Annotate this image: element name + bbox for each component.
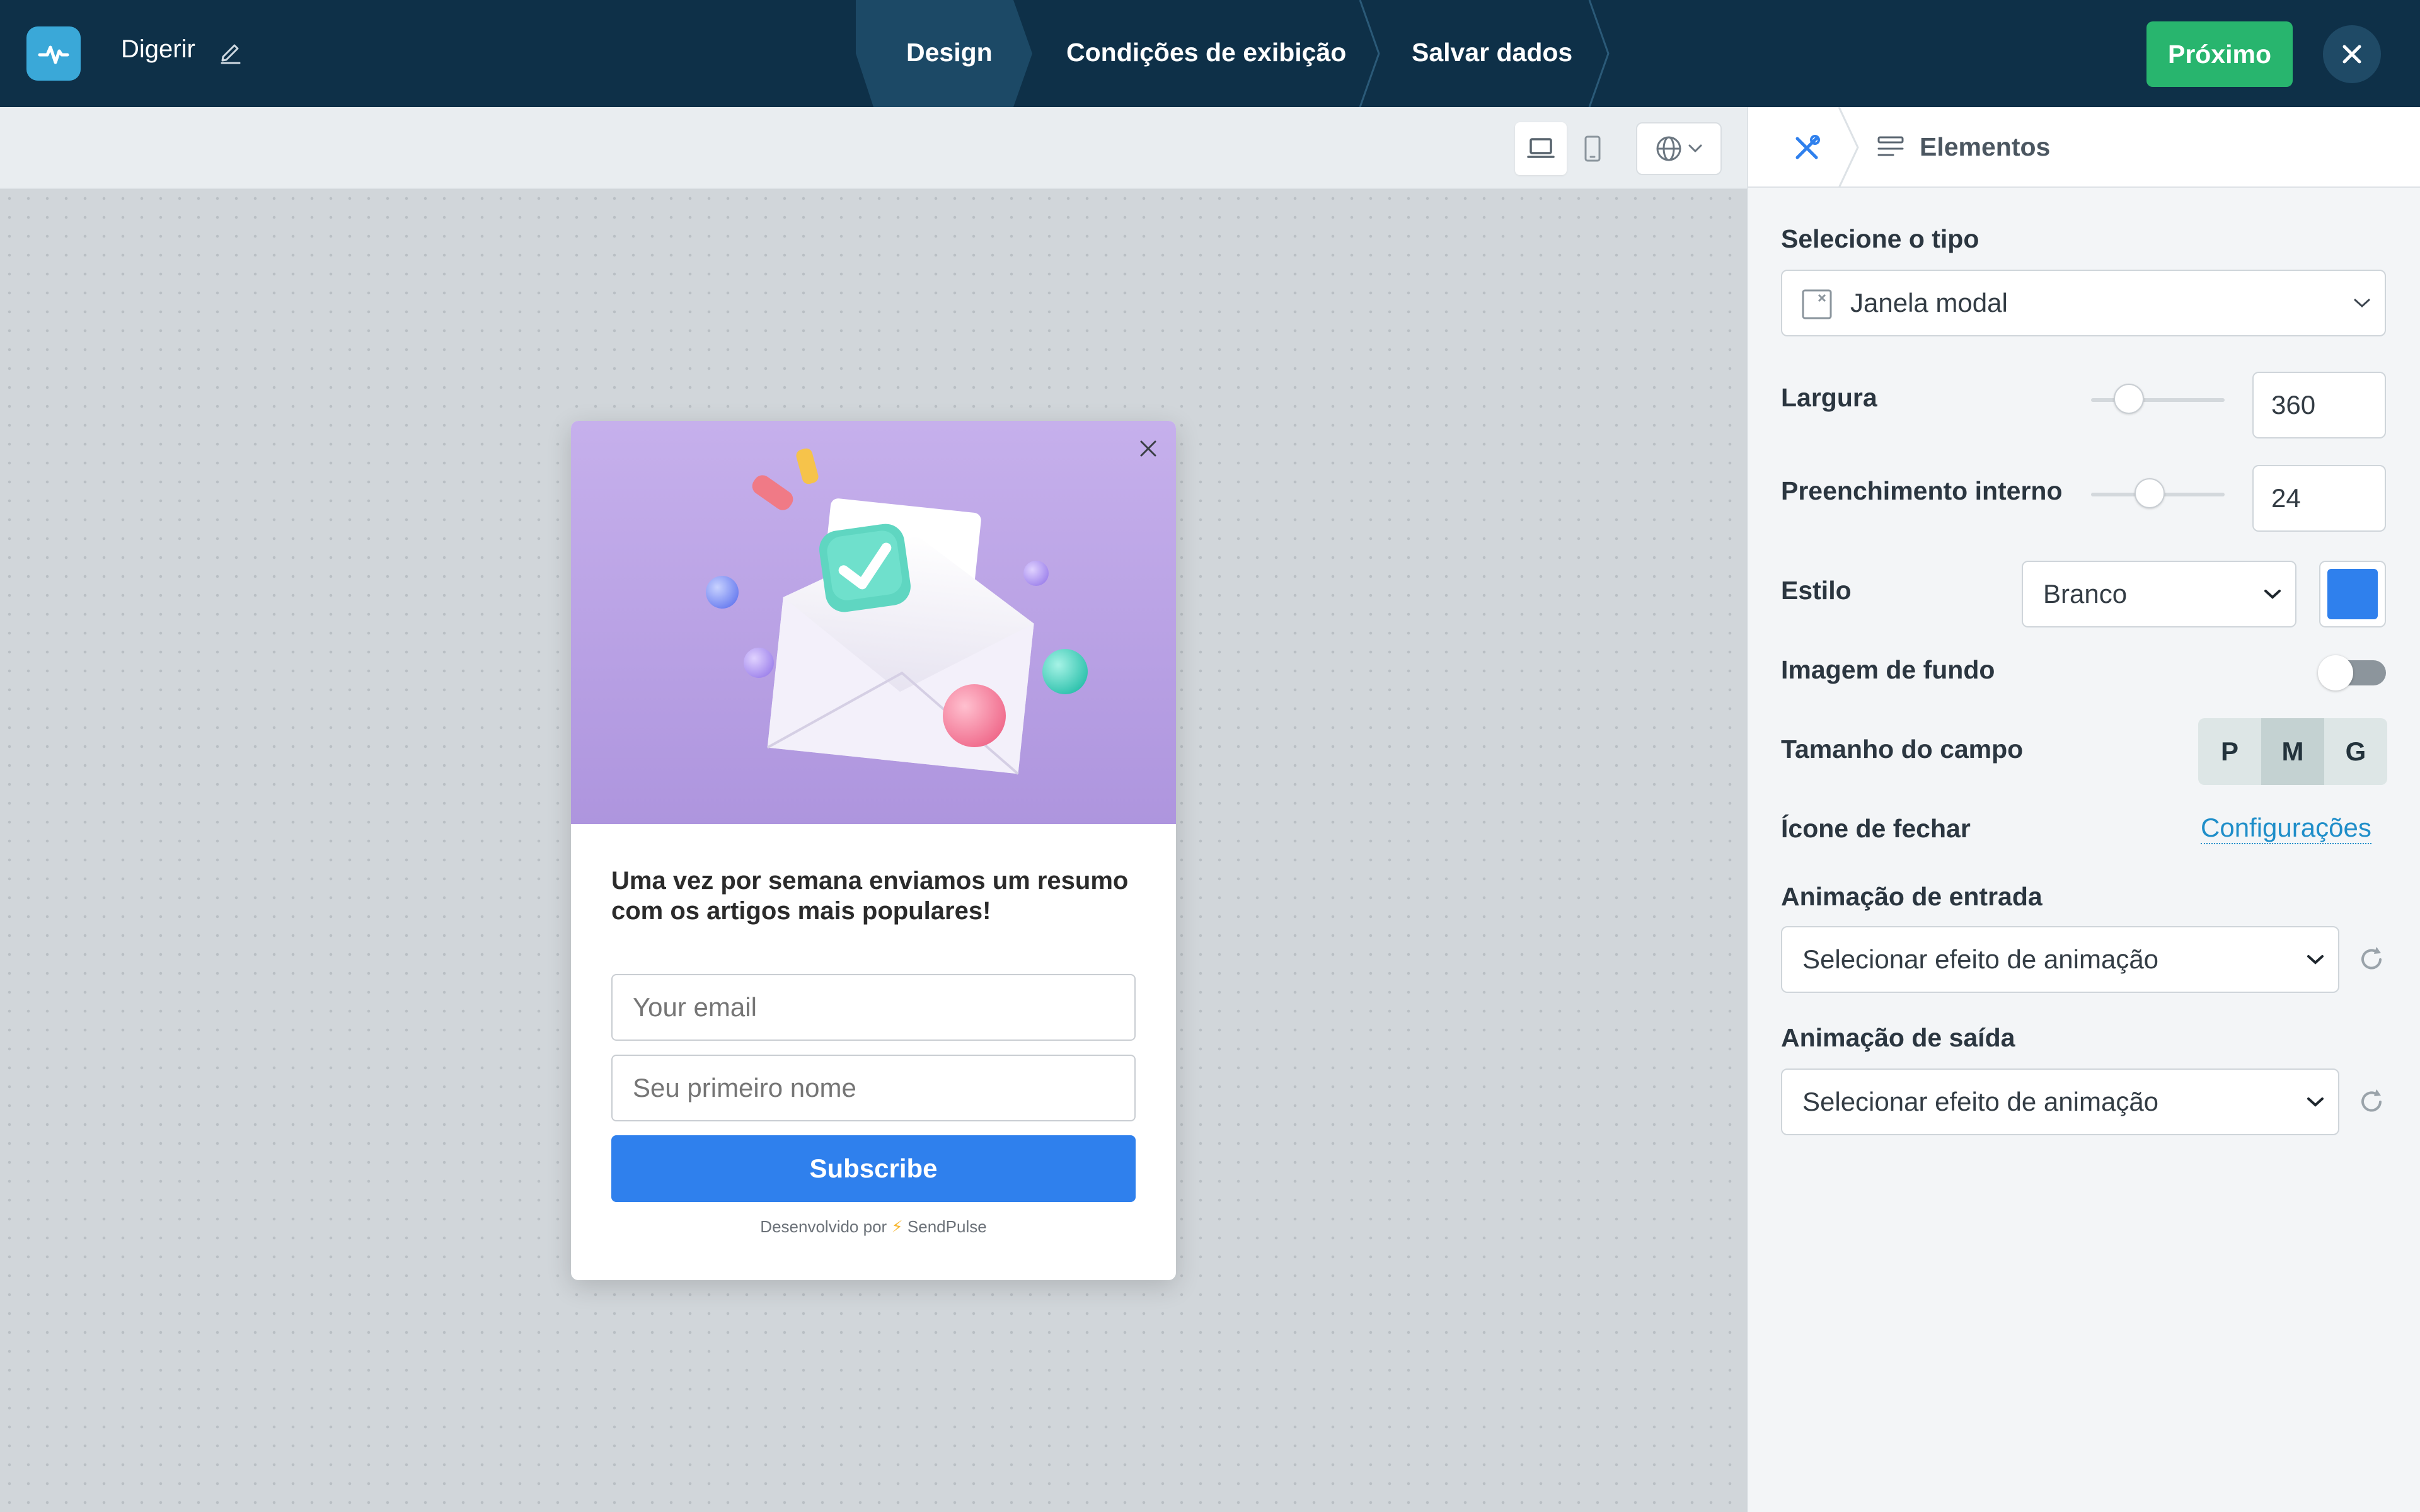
powered-by-brand: SendPulse [907,1217,987,1236]
padding-label: Preenchimento interno [1781,476,2063,505]
entry-animation-label: Animação de entrada [1781,882,2043,911]
background-image-toggle[interactable] [2318,655,2386,690]
top-bar: Digerir Design Condições de exibição Sal… [0,0,2420,107]
close-editor-button[interactable] [2323,25,2381,83]
type-label: Selecione o tipo [1781,224,1979,253]
design-tools-icon[interactable] [1790,131,1824,165]
mobile-icon [1584,135,1601,162]
powered-by[interactable]: Desenvolvido por ⚡ SendPulse [571,1217,1176,1237]
field-size-small[interactable]: P [2198,718,2261,785]
exit-animation-value: Selecionar efeito de animação [1802,1087,2159,1116]
exit-animation-label: Animação de saída [1781,1023,2015,1052]
popup-hero-image [571,421,1176,824]
subscribe-button[interactable]: Subscribe [611,1135,1136,1202]
email-field[interactable] [611,974,1136,1041]
exit-animation-select[interactable]: Selecionar efeito de animação [1781,1068,2339,1135]
popup-preview[interactable]: Uma vez por semana enviamos um resumo co… [571,421,1176,1280]
padding-slider-handle[interactable] [2134,478,2165,508]
bolt-icon: ⚡ [891,1217,903,1236]
elements-tab-label[interactable]: Elementos [1920,132,2050,162]
style-label: Estilo [1781,576,1852,605]
canvas-toolbar [0,107,1747,189]
envelope-illustration [706,448,1088,775]
background-image-label: Imagem de fundo [1781,655,1995,684]
chevron-down-icon [1688,144,1702,152]
field-size-large[interactable]: G [2324,718,2387,785]
style-color-picker[interactable] [2319,561,2386,627]
padding-input[interactable]: 24 [2252,465,2386,532]
language-selector[interactable] [1636,122,1722,175]
desktop-view-button[interactable] [1515,122,1567,175]
elements-icon [1877,136,1904,156]
replay-icon[interactable] [2356,1086,2387,1118]
step-save-data[interactable]: Salvar dados [1412,38,1572,67]
field-size-label: Tamanho do campo [1781,735,2024,764]
mobile-view-button[interactable] [1567,122,1618,175]
breadcrumb-separator [1838,107,1859,188]
entry-animation-select[interactable]: Selecionar efeito de animação [1781,926,2339,993]
type-select-value: Janela modal [1850,288,2008,318]
width-label: Largura [1781,383,1877,412]
chevron-down-icon [2307,955,2324,965]
modal-window-icon [1802,289,1832,319]
popup-message: Uma vez por semana enviamos um resumo co… [611,867,1129,925]
field-size-group: P M G [2198,718,2387,785]
device-switcher [1515,122,1618,175]
width-input[interactable]: 360 [2252,372,2386,438]
width-slider-handle[interactable] [2114,384,2145,414]
padding-slider[interactable] [2091,478,2225,508]
entry-animation-value: Selecionar efeito de animação [1802,944,2159,974]
desktop-icon [1527,138,1555,158]
project-name[interactable]: Digerir [121,35,195,64]
chevron-down-icon [2354,299,2370,308]
style-select[interactable]: Branco [2022,561,2296,627]
close-icon-settings-link[interactable]: Configurações [2201,813,2371,844]
step-design[interactable]: Design [906,38,993,67]
globe-icon [1656,136,1681,161]
close-icon-label: Ícone de fechar [1781,814,1971,843]
type-select[interactable]: Janela modal [1781,270,2386,336]
app-logo[interactable] [26,26,81,81]
first-name-field[interactable] [611,1055,1136,1121]
popup-close-button[interactable] [1131,431,1166,466]
color-swatch [2327,569,2378,619]
chevron-down-icon [2307,1097,2324,1107]
toggle-knob [2318,655,2353,690]
close-icon [2342,45,2361,64]
pulse-icon [38,45,69,64]
chevron-down-icon [2264,590,2281,599]
step-navigation: Design Condições de exibição Salvar dado… [856,0,1625,107]
style-select-value: Branco [2043,579,2128,609]
close-icon [1140,440,1156,457]
panel-header: Elementos [1748,107,2420,188]
replay-icon[interactable] [2356,944,2387,975]
pencil-icon[interactable] [217,38,245,66]
width-slider[interactable] [2091,384,2225,414]
field-size-medium[interactable]: M [2261,718,2324,785]
next-button[interactable]: Próximo [2146,21,2293,87]
step-display-conditions[interactable]: Condições de exibição [1066,38,1346,67]
powered-by-prefix: Desenvolvido por [760,1217,887,1236]
